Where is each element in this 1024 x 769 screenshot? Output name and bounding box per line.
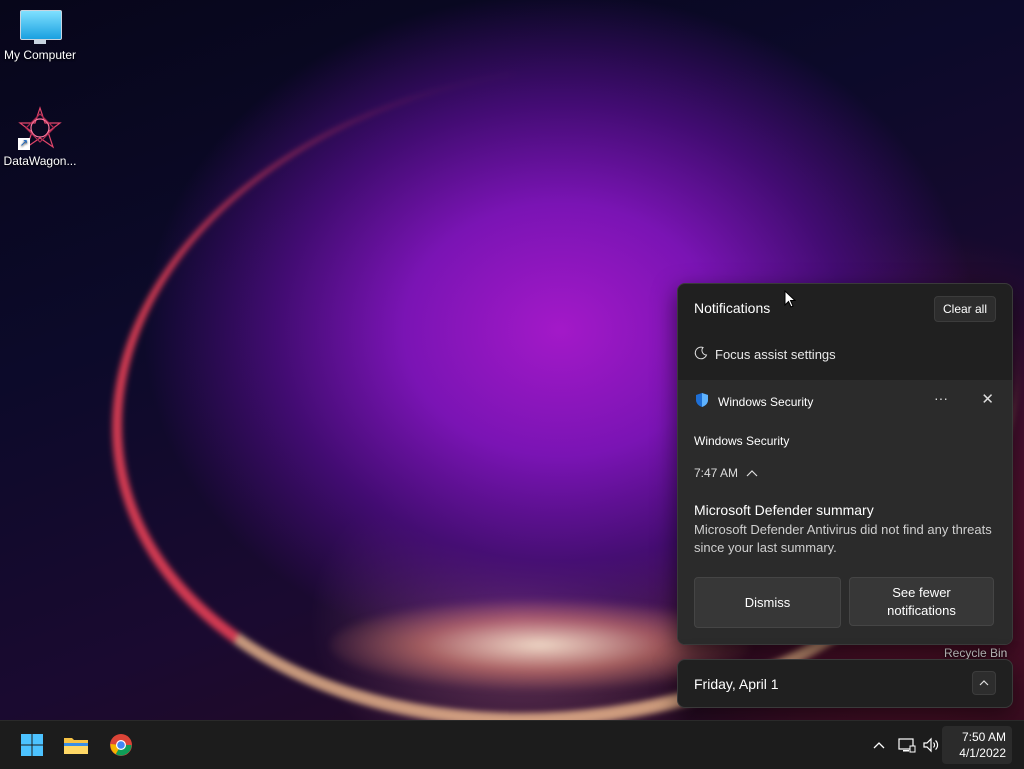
taskbar-clock[interactable]: 7:50 AM 4/1/2022	[942, 726, 1012, 764]
focus-assist-label: Focus assist settings	[715, 347, 836, 362]
recycle-bin-label[interactable]: Recycle Bin	[944, 646, 1007, 660]
calendar-flyout: Friday, April 1	[677, 659, 1013, 708]
file-explorer-icon[interactable]	[62, 731, 90, 759]
volume-icon[interactable]	[921, 735, 941, 755]
more-options-icon[interactable]: ···	[934, 390, 948, 406]
clock-date: 4/1/2022	[959, 746, 1006, 760]
notification-panel: Notifications Clear all Focus assist set…	[677, 283, 1013, 645]
chrome-icon[interactable]	[107, 731, 135, 759]
notification-toast[interactable]: Windows Security ··· ✕ Windows Security …	[678, 380, 1012, 644]
clock-time: 7:50 AM	[961, 730, 1006, 744]
see-fewer-notifications-button[interactable]: See fewer notifications	[849, 577, 994, 626]
toast-time-row: 7:47 AM	[694, 466, 758, 480]
desktop-icon-label: DataWagon...	[3, 154, 77, 168]
windows-start-icon[interactable]	[18, 731, 46, 759]
desktop-icon-label: My Computer	[3, 48, 77, 62]
moon-icon	[694, 346, 708, 363]
shield-icon	[694, 392, 710, 411]
network-icon[interactable]	[897, 735, 917, 755]
close-icon[interactable]: ✕	[981, 390, 994, 408]
desktop-icon-my-computer[interactable]: My Computer	[0, 10, 80, 62]
calendar-date-label: Friday, April 1	[694, 676, 779, 692]
toast-body: Microsoft Defender Antivirus did not fin…	[694, 522, 992, 555]
toast-time: 7:47 AM	[694, 466, 739, 480]
clear-all-button[interactable]: Clear all	[933, 296, 996, 322]
tray-overflow-chevron-icon[interactable]	[869, 735, 889, 755]
taskbar: 7:50 AM 4/1/2022	[0, 720, 1024, 769]
toast-app-name: Windows Security	[694, 434, 790, 448]
dismiss-button[interactable]: Dismiss	[694, 577, 841, 628]
shortcut-arrow-icon: ↗	[18, 138, 30, 150]
chevron-up-icon[interactable]	[972, 671, 996, 695]
focus-assist-settings-link[interactable]: Focus assist settings	[694, 346, 836, 363]
toast-source-label: Windows Security	[718, 394, 814, 409]
datawagon-app-icon: ↗	[18, 106, 62, 150]
chevron-up-icon[interactable]	[746, 466, 758, 480]
toast-title: Microsoft Defender summary	[694, 502, 874, 518]
toast-header: Windows Security	[694, 392, 813, 411]
mouse-cursor-icon	[784, 289, 797, 313]
monitor-icon	[20, 10, 62, 44]
notifications-title: Notifications	[694, 300, 771, 316]
desktop-icon-datawagon[interactable]: ↗ DataWagon...	[0, 106, 80, 168]
